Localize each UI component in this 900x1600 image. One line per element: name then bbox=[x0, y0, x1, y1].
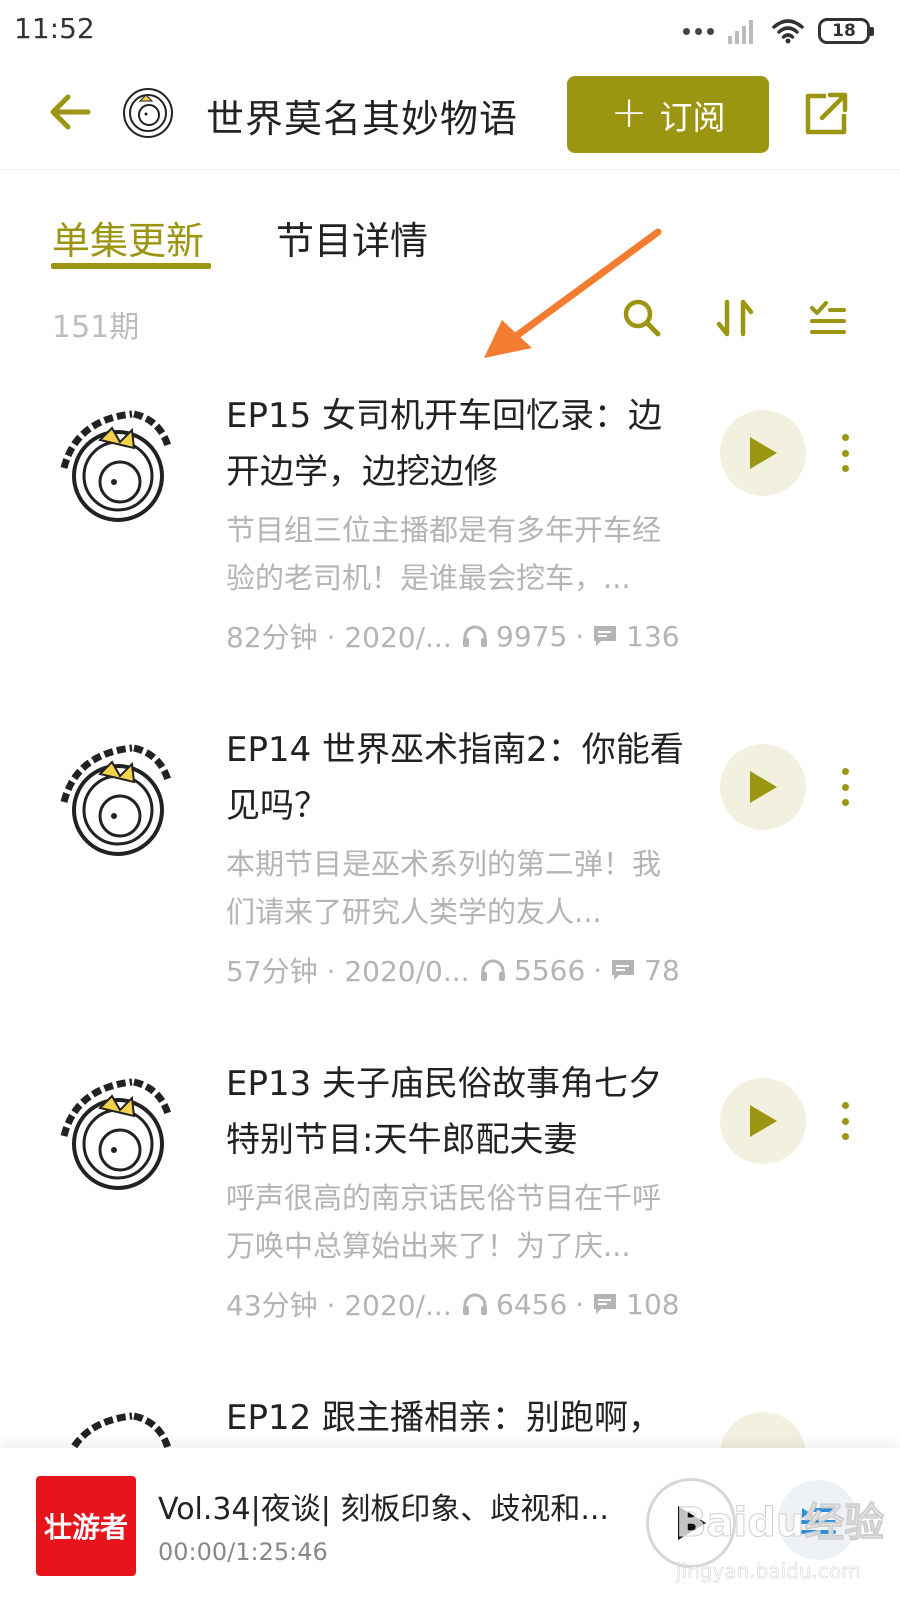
tab-episodes[interactable]: 单集更新 bbox=[52, 210, 204, 265]
episode-plays: 5566 bbox=[514, 953, 586, 987]
episode-comments: 78 bbox=[644, 953, 680, 987]
play-button[interactable] bbox=[720, 410, 806, 496]
header: 世界莫名其妙物语 + 订阅 bbox=[0, 62, 900, 170]
episode-title[interactable]: EP12 跟主播相亲：别跑啊， bbox=[226, 1390, 696, 1446]
play-button[interactable] bbox=[720, 1078, 806, 1164]
subscribe-button[interactable]: + 订阅 bbox=[567, 76, 769, 153]
comment-icon bbox=[594, 1294, 617, 1314]
sort-icon[interactable] bbox=[713, 296, 757, 340]
episode-item[interactable]: EP15 女司机开车回忆录：边开边学，边挖边修 节目组三位主播都是有多年开车经验… bbox=[0, 370, 900, 700]
more-options-button[interactable] bbox=[830, 762, 860, 812]
status-icons: 18 bbox=[683, 14, 874, 48]
annotation-arrow-icon bbox=[484, 228, 662, 358]
battery-icon: 18 bbox=[818, 18, 874, 44]
headphones-icon bbox=[481, 959, 505, 981]
play-button[interactable] bbox=[720, 1412, 806, 1448]
episode-plays: 6456 bbox=[496, 1287, 568, 1321]
episode-item[interactable]: EP14 世界巫术指南2：你能看见吗？ 本期节目是巫术系列的第二弹！我们请来了研… bbox=[0, 704, 900, 1034]
more-dots-icon bbox=[683, 27, 714, 35]
battery-level: 18 bbox=[832, 20, 856, 41]
wifi-icon bbox=[772, 19, 804, 44]
episode-item[interactable]: EP13 夫子庙民俗故事角七夕特别节目:天牛郎配夫妻 呼声很高的南京话民俗节目在… bbox=[0, 1038, 900, 1368]
episode-plays: 9975 bbox=[496, 619, 568, 653]
play-icon bbox=[750, 1105, 777, 1137]
episode-cover-image bbox=[69, 1412, 172, 1448]
episode-duration-date: 43分钟 · 2020/... bbox=[226, 1289, 452, 1322]
more-options-button[interactable] bbox=[830, 1096, 860, 1146]
watermark-subtext: jingyan.baidu.com bbox=[676, 1559, 861, 1583]
episode-title[interactable]: EP14 世界巫术指南2：你能看见吗？ bbox=[226, 722, 688, 834]
baidu-watermark: Baidu经验 jingyan.baidu.com bbox=[676, 1500, 885, 1584]
status-bar: 11:52 18 bbox=[0, 0, 900, 62]
episode-comments: 108 bbox=[626, 1287, 680, 1321]
active-tab-indicator bbox=[51, 263, 211, 269]
episode-cover-image bbox=[60, 744, 172, 856]
meta-separator: · bbox=[575, 1287, 585, 1321]
filter-list-icon[interactable] bbox=[806, 296, 850, 340]
meta-separator: · bbox=[593, 953, 603, 987]
play-icon bbox=[750, 771, 777, 803]
episode-cover-image bbox=[60, 410, 172, 522]
subscribe-label: 订阅 bbox=[659, 97, 726, 137]
podcast-title: 世界莫名其妙物语 bbox=[206, 97, 519, 141]
watermark-text: Baidu经验 bbox=[676, 1500, 884, 1546]
episode-cover-image bbox=[60, 1078, 172, 1190]
episode-description: 本期节目是巫术系列的第二弹！我们请来了研究人类学的友人... bbox=[226, 847, 662, 929]
back-button[interactable] bbox=[40, 86, 100, 138]
share-icon[interactable] bbox=[800, 88, 852, 140]
mini-player-cover[interactable]: 壮游者 bbox=[36, 1476, 136, 1576]
episode-description: 节目组三位主播都是有多年开车经验的老司机！是谁最会挖车，... bbox=[226, 513, 662, 595]
headphones-icon bbox=[463, 1293, 487, 1315]
tab-program-details[interactable]: 节目详情 bbox=[276, 210, 428, 265]
more-options-button[interactable] bbox=[830, 428, 860, 478]
play-button[interactable] bbox=[720, 744, 806, 830]
headphones-icon bbox=[463, 625, 487, 647]
episode-title[interactable]: EP15 女司机开车回忆录：边开边学，边挖边修 bbox=[226, 388, 688, 500]
episode-description: 呼声很高的南京话民俗节目在千呼万唤中总算始出来了！为了庆... bbox=[226, 1181, 662, 1263]
episode-meta: 57分钟 · 2020/0... 5566 · 78 bbox=[226, 950, 696, 990]
episode-comments: 136 bbox=[626, 619, 680, 653]
comment-icon bbox=[612, 960, 635, 980]
play-icon bbox=[750, 437, 777, 469]
meta-separator: · bbox=[575, 619, 585, 653]
episode-duration-date: 57分钟 · 2020/0... bbox=[226, 955, 470, 988]
back-arrow-icon bbox=[50, 94, 91, 130]
episode-count: 151期 bbox=[52, 310, 140, 345]
episode-item[interactable]: EP12 跟主播相亲：别跑啊， bbox=[0, 1372, 900, 1448]
signal-icon bbox=[728, 20, 753, 44]
status-time: 11:52 bbox=[14, 12, 95, 45]
podcast-logo bbox=[123, 88, 173, 138]
mini-player-time: 00:00/1:25:46 bbox=[158, 1538, 328, 1566]
episode-duration-date: 82分钟 · 2020/... bbox=[226, 621, 452, 654]
episode-title[interactable]: EP13 夫子庙民俗故事角七夕特别节目:天牛郎配夫妻 bbox=[226, 1056, 688, 1168]
episode-meta: 82分钟 · 2020/... 9975 · 136 bbox=[226, 616, 696, 656]
episode-meta: 43分钟 · 2020/... 6456 · 108 bbox=[226, 1284, 696, 1324]
mini-player[interactable]: 壮游者 Vol.34|夜谈| 刻板印象、歧视和... 00:00/1:25:46… bbox=[0, 1448, 900, 1600]
plus-icon: + bbox=[610, 86, 648, 138]
mini-player-title[interactable]: Vol.34|夜谈| 刻板印象、歧视和... bbox=[158, 1484, 618, 1528]
comment-icon bbox=[594, 626, 617, 646]
